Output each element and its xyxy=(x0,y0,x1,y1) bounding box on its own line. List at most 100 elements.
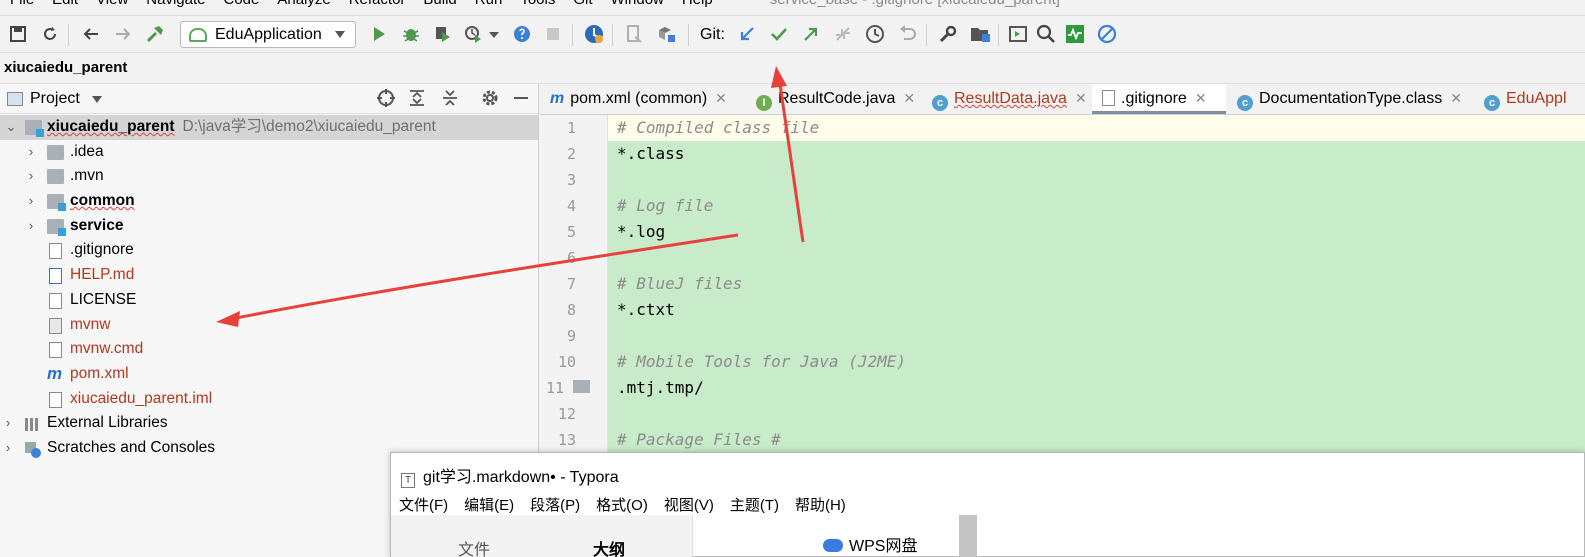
typora-menu-paragraph[interactable]: 段落(P) xyxy=(530,494,580,515)
minimize-panel-icon[interactable] xyxy=(510,88,532,110)
menu-help[interactable]: Help xyxy=(673,0,722,9)
tab-documentationtype-class[interactable]: c DocumentationType.class ✕ xyxy=(1227,84,1462,114)
menu-git[interactable]: Git xyxy=(564,0,601,9)
menu-code[interactable]: Code xyxy=(214,0,268,9)
menu-file[interactable]: File xyxy=(0,0,43,9)
coverage-icon[interactable] xyxy=(430,21,456,47)
typora-window[interactable]: Tgit学习.markdown• - Typora 文件(F) 编辑(E) 段落… xyxy=(390,452,1585,557)
fold-folder-icon[interactable] xyxy=(573,380,590,393)
cloud-icon xyxy=(823,539,843,552)
tree-item-gitignore[interactable]: .gitignore xyxy=(0,238,538,263)
device-icon[interactable] xyxy=(621,21,647,47)
collapse-all-icon[interactable] xyxy=(439,88,461,110)
chevron-right-icon[interactable]: › xyxy=(24,164,38,189)
git-merge-icon[interactable] xyxy=(830,21,856,47)
tree-item-mvn[interactable]: › .mvn xyxy=(0,164,538,189)
tree-item-common[interactable]: › common xyxy=(0,189,538,214)
run-icon[interactable] xyxy=(366,21,392,47)
chevron-down-icon[interactable] xyxy=(92,96,102,103)
expand-all-icon[interactable] xyxy=(406,88,428,110)
help-circle-icon[interactable] xyxy=(509,21,535,47)
navigation-breadcrumb[interactable]: xiucaiedu_parent xyxy=(0,54,1585,84)
run-anything-icon[interactable] xyxy=(1005,21,1031,47)
chevron-right-icon[interactable]: › xyxy=(1,411,15,436)
chevron-down-icon[interactable]: ⌄ xyxy=(4,115,18,140)
update-running-app-icon[interactable] xyxy=(581,21,607,47)
project-structure-icon[interactable] xyxy=(653,21,679,47)
build-hammer-icon[interactable] xyxy=(142,21,168,47)
search-icon[interactable] xyxy=(1033,21,1059,47)
debug-bug-icon[interactable] xyxy=(398,21,424,47)
tree-item-mvnw[interactable]: mvnw xyxy=(0,313,538,338)
tab-gitignore[interactable]: .gitignore ✕ xyxy=(1092,84,1226,114)
tab-resultcode-java[interactable]: I ResultCode.java ✕ xyxy=(746,84,915,114)
close-icon[interactable]: ✕ xyxy=(903,90,915,106)
menu-view[interactable]: View xyxy=(87,0,137,9)
tree-item-external-libraries[interactable]: › External Libraries xyxy=(0,411,538,436)
forward-arrow-icon[interactable] xyxy=(110,21,136,47)
menu-window[interactable]: Window xyxy=(602,0,673,9)
tree-item-mvnw-cmd[interactable]: mvnw.cmd xyxy=(0,337,538,362)
line-number: 2 xyxy=(566,145,576,163)
typora-tab-outline[interactable]: 大纲 xyxy=(593,536,625,557)
scrollbar-thumb[interactable] xyxy=(959,515,977,557)
locate-target-icon[interactable] xyxy=(375,88,397,110)
back-arrow-icon[interactable] xyxy=(78,21,104,47)
profile-icon[interactable] xyxy=(460,21,486,47)
tree-item-license[interactable]: LICENSE xyxy=(0,288,538,313)
chevron-right-icon[interactable]: › xyxy=(1,436,15,461)
power-save-icon[interactable] xyxy=(1094,21,1120,47)
typora-tab-files[interactable]: 文件 xyxy=(458,536,490,557)
chevron-right-icon[interactable]: › xyxy=(24,140,38,165)
close-icon[interactable]: ✕ xyxy=(1450,90,1462,106)
typora-menu-theme[interactable]: 主题(T) xyxy=(730,494,779,515)
tree-item-help-md[interactable]: HELP.md xyxy=(0,263,538,288)
typora-menu-help[interactable]: 帮助(H) xyxy=(795,494,846,515)
wps-cloud-item[interactable]: WPS网盘 xyxy=(823,532,917,556)
menu-navigate[interactable]: Navigate xyxy=(137,0,214,9)
run-configuration-select[interactable]: EduApplication xyxy=(180,21,356,48)
settings-wrench-icon[interactable] xyxy=(935,21,961,47)
sync-icon[interactable] xyxy=(37,21,63,47)
gear-icon[interactable] xyxy=(479,88,501,110)
code-line: # Log file xyxy=(617,196,714,215)
tab-pom-xml-common[interactable]: m pom.xml (common) ✕ xyxy=(540,84,727,114)
typora-menu-edit[interactable]: 编辑(E) xyxy=(464,494,514,515)
tree-item-service[interactable]: › service xyxy=(0,214,538,239)
chevron-down-icon[interactable] xyxy=(484,21,504,47)
menu-run[interactable]: Run xyxy=(466,0,512,9)
project-view-title[interactable]: Project xyxy=(30,90,80,108)
typora-menu-format[interactable]: 格式(O) xyxy=(596,494,648,515)
tree-item-xiucaiedu-parent[interactable]: ⌄ xiucaiedu_parent D:\java学习\demo2\xiucai… xyxy=(0,115,538,140)
tree-item-idea[interactable]: › .idea xyxy=(0,140,538,165)
git-update-icon[interactable] xyxy=(734,21,760,47)
scratches-icon xyxy=(24,441,41,458)
tree-item-iml[interactable]: xiucaiedu_parent.iml xyxy=(0,387,538,412)
rollback-icon[interactable] xyxy=(894,21,920,47)
menu-refactor[interactable]: Refactor xyxy=(340,0,415,9)
tree-item-pom-xml[interactable]: m pom.xml xyxy=(0,362,538,387)
stop-icon[interactable] xyxy=(540,21,566,47)
project-structure-folder-icon[interactable] xyxy=(967,21,993,47)
git-push-icon[interactable] xyxy=(798,21,824,47)
tree-item-label: mvnw xyxy=(70,315,111,333)
typora-menu-file[interactable]: 文件(F) xyxy=(399,494,448,515)
tab-resultdata-java[interactable]: c ResultData.java ✕ xyxy=(922,84,1087,114)
menu-build[interactable]: Build xyxy=(414,0,465,9)
typora-menu-view[interactable]: 视图(V) xyxy=(664,494,714,515)
menu-edit[interactable]: Edit xyxy=(43,0,87,9)
git-commit-check-icon[interactable] xyxy=(766,21,792,47)
close-icon[interactable]: ✕ xyxy=(715,90,727,106)
menu-analyze[interactable]: Analyze xyxy=(268,0,339,9)
history-clock-icon[interactable] xyxy=(862,21,888,47)
activity-monitor-icon[interactable] xyxy=(1062,21,1088,47)
tab-eduapplication[interactable]: c EduAppl xyxy=(1474,84,1567,114)
close-icon[interactable]: ✕ xyxy=(1195,90,1207,106)
chevron-right-icon[interactable]: › xyxy=(24,189,38,214)
chevron-right-icon[interactable]: › xyxy=(24,214,38,239)
save-icon[interactable] xyxy=(5,21,31,47)
close-icon[interactable]: ✕ xyxy=(1075,90,1087,106)
tree-item-label: .gitignore xyxy=(70,241,134,259)
module-folder-icon xyxy=(25,120,44,137)
menu-tools[interactable]: Tools xyxy=(511,0,564,9)
